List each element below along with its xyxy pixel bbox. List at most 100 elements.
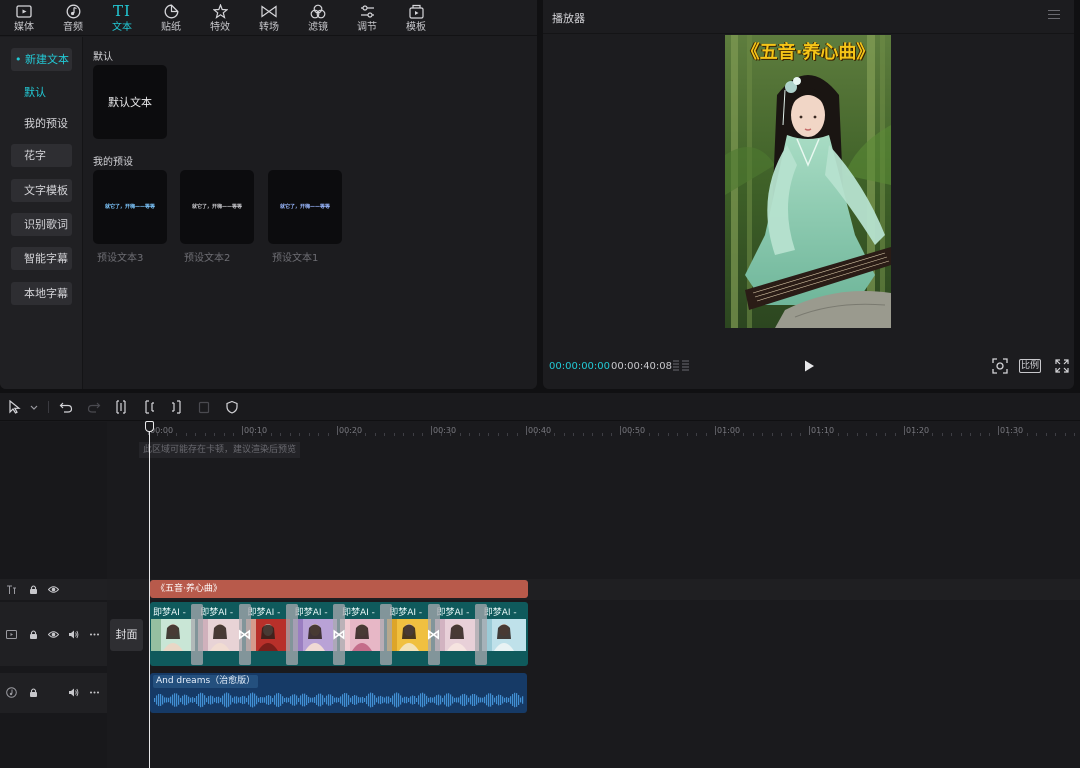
tab-media[interactable]: 媒体 <box>0 0 48 36</box>
timecode-format-icon[interactable] <box>672 360 690 372</box>
ruler-subtick <box>478 433 480 436</box>
redo-icon[interactable] <box>87 400 101 414</box>
tab-sticker[interactable]: 贴纸 <box>147 0 195 36</box>
nav-local-subtitles[interactable]: 本地字幕 <box>11 282 72 305</box>
nav-recognize-lyrics[interactable]: 识别歌词 <box>11 213 72 236</box>
text-clip[interactable]: 《五音·养心曲》 <box>150 580 528 598</box>
tab-filter[interactable]: 滤镜 <box>294 0 342 36</box>
ruler-subtick <box>837 433 839 436</box>
nav-my-presets[interactable]: 我的预设 <box>11 112 72 135</box>
tab-adjust[interactable]: 调节 <box>343 0 391 36</box>
video-clip-label: 即梦AI - <box>247 608 281 618</box>
render-hint: 此区域可能存在卡顿，建议渲染后预览 <box>139 442 301 458</box>
video-thumbnail <box>481 619 526 651</box>
player-panel: 播放器 《五音·养心曲》 00:00:00:00 00:00:40:08 比例 <box>543 0 1074 389</box>
preset-card-2[interactable]: 就它了，开嗨——等等 <box>180 170 254 244</box>
time-ruler[interactable]: 00:00 00:10 00:20 00:30 00:40 00:50 01:0… <box>147 422 1080 436</box>
preset-card-1[interactable]: 就它了，开嗨——等等 <box>268 170 342 244</box>
ruler-subtick <box>932 433 934 436</box>
transition-block[interactable] <box>474 604 487 665</box>
delete-icon[interactable] <box>197 400 211 414</box>
video-title-overlay: 《五音·养心曲》 <box>741 42 875 63</box>
ruler-subtick <box>677 433 679 436</box>
playhead-handle[interactable] <box>145 421 154 432</box>
split-icon[interactable] <box>114 400 128 414</box>
more-icon[interactable] <box>89 687 100 698</box>
video-clip-label: 即梦AI - <box>483 608 517 618</box>
audio-clip[interactable]: And dreams（治愈版） <box>150 673 527 713</box>
select-cursor-icon[interactable] <box>8 400 22 414</box>
transition-block[interactable] <box>285 604 298 665</box>
ruler-subtick <box>261 433 263 436</box>
transition-block[interactable] <box>191 604 204 665</box>
ruler-subtick <box>1026 433 1028 436</box>
menu-icon[interactable] <box>1048 10 1060 20</box>
ruler-tick: 01:10 <box>808 426 835 435</box>
fullscreen-icon[interactable] <box>1055 359 1069 373</box>
undo-icon[interactable] <box>59 400 73 414</box>
ruler-subtick <box>535 433 537 436</box>
ruler-subtick <box>951 433 953 436</box>
chevron-down-icon[interactable] <box>27 400 41 414</box>
ruler-tick: 00:50 <box>619 426 646 435</box>
ruler-subtick <box>941 433 943 436</box>
aspect-ratio-button[interactable]: 比例 <box>1019 359 1041 373</box>
lock-icon[interactable] <box>28 629 39 640</box>
shield-icon[interactable] <box>225 400 239 414</box>
filter-icon <box>294 2 342 21</box>
playhead[interactable] <box>149 422 150 768</box>
ruler-subtick <box>960 433 962 436</box>
preset-card-3[interactable]: 就它了，开嗨——等等 <box>93 170 167 244</box>
tab-template[interactable]: 模板 <box>392 0 440 36</box>
ruler-subtick <box>251 433 253 436</box>
audio-track-header <box>0 673 107 713</box>
text-icon: TI <box>113 2 131 20</box>
lock-icon[interactable] <box>28 687 39 698</box>
preset-preview-text: 就它了，开嗨——等等 <box>191 204 242 210</box>
video-clip-label: 即梦AI - <box>389 608 423 618</box>
cover-button[interactable]: 封面 <box>110 619 143 651</box>
ruler-subtick <box>856 433 858 436</box>
volume-icon[interactable] <box>68 629 79 640</box>
tab-label: 调节 <box>357 22 377 33</box>
volume-icon[interactable] <box>68 687 79 698</box>
video-thumbnail <box>151 619 195 651</box>
ruler-subtick <box>393 433 395 436</box>
tab-transition[interactable]: 转场 <box>245 0 293 36</box>
ruler-subtick <box>922 433 924 436</box>
ruler-subtick <box>658 433 660 436</box>
transition-block[interactable] <box>380 604 393 665</box>
text-content-area: 默认 默认文本 我的预设 就它了，开嗨——等等 预设文本3 就它了，开嗨——等等… <box>84 37 537 389</box>
default-text-card[interactable]: 默认文本 <box>93 65 167 139</box>
ruler-subtick <box>166 433 168 436</box>
video-preview[interactable]: 《五音·养心曲》 <box>725 35 891 328</box>
nav-new-text[interactable]: • 新建文本 <box>11 48 72 71</box>
ruler-subtick <box>970 433 972 436</box>
ruler-subtick <box>913 433 915 436</box>
eye-icon[interactable] <box>48 629 59 640</box>
nav-fancy-text[interactable]: 花字 <box>11 144 72 167</box>
preset-label-2: 预设文本2 <box>184 253 231 264</box>
lock-icon[interactable] <box>28 584 39 595</box>
nav-smart-subtitles[interactable]: 智能字幕 <box>11 247 72 270</box>
ruler-subtick <box>790 433 792 436</box>
video-clip[interactable]: 即梦AI - <box>150 602 197 666</box>
tab-effects[interactable]: 特效 <box>196 0 244 36</box>
ruler-subtick <box>743 433 745 436</box>
play-icon[interactable] <box>802 359 816 373</box>
video-clip[interactable]: 即梦AI - <box>481 602 528 666</box>
nav-default[interactable]: 默认 <box>11 81 72 104</box>
trim-left-icon[interactable] <box>142 400 156 414</box>
tab-text[interactable]: TI 文本 <box>98 0 146 36</box>
ruler-subtick <box>885 433 887 436</box>
ruler-subtick <box>1045 433 1047 436</box>
nav-text-template[interactable]: 文字模板 <box>11 179 72 202</box>
fit-view-icon[interactable] <box>992 358 1008 374</box>
preset-label-3: 预设文本3 <box>97 253 144 264</box>
eye-icon[interactable] <box>48 584 59 595</box>
ruler-subtick <box>384 433 386 436</box>
tab-audio[interactable]: 音频 <box>49 0 97 36</box>
trim-right-icon[interactable] <box>170 400 184 414</box>
more-icon[interactable] <box>89 629 100 640</box>
ruler-subtick <box>762 433 764 436</box>
